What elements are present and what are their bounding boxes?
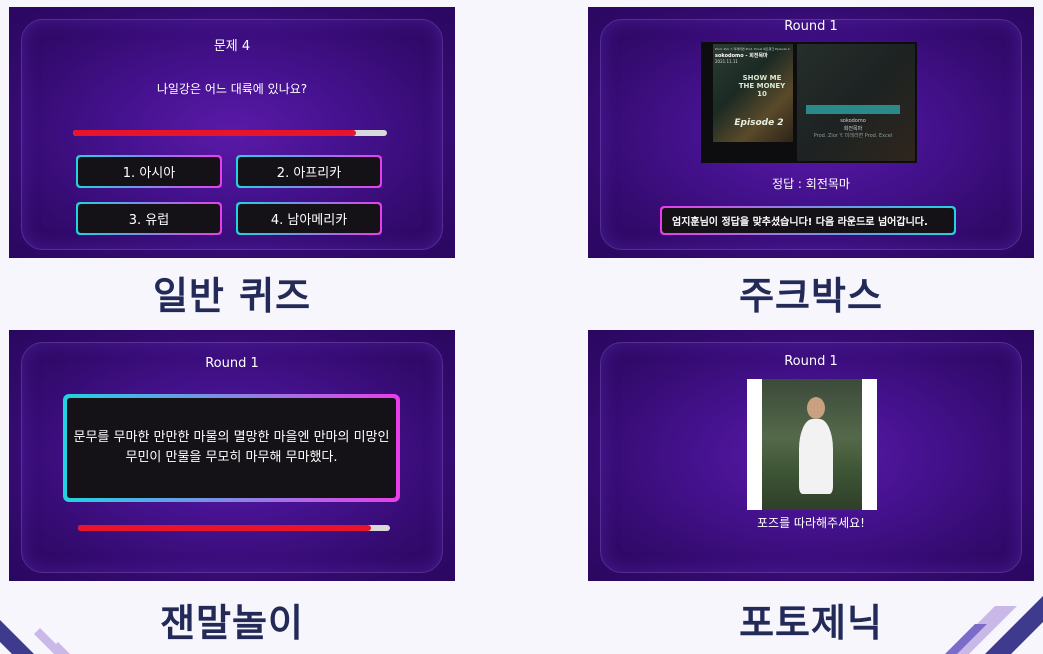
jukebox-title: Round 1 bbox=[784, 19, 838, 34]
twister-title: Round 1 bbox=[205, 356, 259, 371]
album-date: 2021.11.11 bbox=[715, 59, 738, 64]
photo-player-head bbox=[807, 397, 825, 419]
answer-button-3[interactable]: 3. 유럽 bbox=[76, 202, 222, 235]
photo-instruction: 포즈를 따라해주세요! bbox=[757, 516, 865, 530]
quiz-progress-bar bbox=[73, 130, 387, 136]
answer-button-4[interactable]: 4. 남아메리카 bbox=[236, 202, 382, 235]
twister-text-box: 문무를 무마한 만만한 마물의 멸망한 마을엔 만마의 미망인 무민이 만물을 … bbox=[63, 394, 400, 502]
twister-panel: Round 1 문무를 무마한 만만한 마물의 멸망한 마을엔 만마의 미망인 … bbox=[9, 330, 455, 581]
quiz-progress-fill bbox=[73, 130, 356, 136]
quiz-question: 나일강은 어느 대륙에 있나요? bbox=[156, 82, 308, 96]
pose-photo bbox=[747, 379, 877, 510]
quiz-title: 문제 4 bbox=[213, 39, 251, 54]
jukebox-answer: 정답 : 회전목마 bbox=[772, 177, 850, 191]
jukebox-panel: Round 1 Prod. Zior Y. 미래라면 Prod. Excel 네… bbox=[588, 7, 1034, 258]
album-player: Prod. Zior Y. 미래라면 Prod. Excel 네트워크 Epis… bbox=[701, 42, 917, 163]
photo-panel: Round 1 포즈를 따라해주세요! bbox=[588, 330, 1034, 581]
side-song: 회전목마 bbox=[843, 126, 863, 132]
photo-title: Round 1 bbox=[784, 354, 838, 369]
twister-progress-fill bbox=[78, 525, 372, 531]
quiz-panel: 문제 4 나일강은 어느 대륙에 있나요? 1. 아시아 2. 아프리카 3. … bbox=[9, 7, 455, 258]
quiz-caption: 일반 퀴즈 bbox=[152, 274, 312, 318]
album-cover: Prod. Zior Y. 미래라면 Prod. Excel 네트워크 Epis… bbox=[713, 44, 793, 142]
twister-text: 문무를 무마한 만만한 마물의 멸망한 마을엔 만마의 미망인 무민이 만물을 … bbox=[67, 398, 396, 498]
album-episode: Episode 2 bbox=[734, 118, 784, 128]
album-artist: sokodomo - 회전목마 bbox=[715, 53, 768, 59]
photo-player bbox=[799, 419, 833, 494]
answer-button-1[interactable]: 1. 아시아 bbox=[76, 155, 222, 188]
side-artist: sokodomo bbox=[840, 118, 866, 124]
corner-decoration-left bbox=[0, 620, 70, 654]
notice-banner: 엄지훈님이 정답을 맞추셨습니다! 다음 라운드로 넘어갑니다. bbox=[660, 206, 956, 235]
corner-decoration-right bbox=[945, 596, 1043, 654]
album-show-title: SHOW ME THE MONEY 10 bbox=[738, 74, 786, 98]
answer-button-2[interactable]: 2. 아프리카 bbox=[236, 155, 382, 188]
twister-progress-bar bbox=[78, 525, 390, 531]
playback-bar bbox=[806, 105, 900, 114]
album-small-text: Prod. Zior Y. 미래라면 Prod. Excel 네트워크 Epis… bbox=[715, 47, 790, 51]
album-background bbox=[797, 44, 915, 161]
side-credit: Prod. Zior Y. 미래라면 Prod. Excel bbox=[813, 133, 893, 139]
jukebox-caption: 주크박스 bbox=[739, 274, 883, 318]
